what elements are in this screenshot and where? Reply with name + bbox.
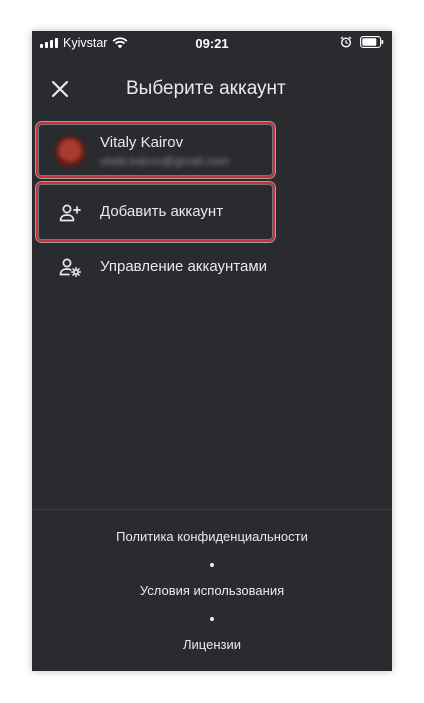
manage-accounts-button[interactable]: Управление аккаунтами bbox=[32, 243, 392, 291]
alarm-icon bbox=[340, 36, 352, 48]
manage-accounts-label: Управление аккаунтами bbox=[100, 258, 268, 275]
manage-accounts-icon bbox=[59, 258, 82, 278]
footer-separator-dot bbox=[210, 563, 214, 567]
add-account-button[interactable]: Добавить аккаунт bbox=[32, 185, 392, 241]
add-person-icon bbox=[59, 204, 81, 222]
page-title: Выберите аккаунт bbox=[126, 78, 286, 99]
status-bar-right bbox=[340, 36, 384, 48]
add-account-label: Добавить аккаунт bbox=[100, 203, 224, 220]
close-icon[interactable] bbox=[48, 77, 72, 101]
terms-of-use-link[interactable]: Условия использования bbox=[32, 583, 392, 598]
privacy-policy-link[interactable]: Политика конфиденциальности bbox=[32, 529, 392, 544]
avatar bbox=[54, 136, 86, 168]
header: Выберите аккаунт bbox=[32, 71, 392, 107]
status-bar: Kyivstar 09:21 bbox=[32, 31, 392, 57]
phone-screen: Kyivstar 09:21 Выберите аккаунт Vitaly K… bbox=[32, 31, 392, 671]
licenses-link[interactable]: Лицензии bbox=[32, 637, 392, 652]
account-item[interactable]: Vitaly Kairov vitalii.kairov@gmail.com bbox=[32, 123, 392, 179]
account-name: Vitaly Kairov bbox=[100, 134, 184, 151]
footer-divider bbox=[32, 509, 392, 510]
battery-icon bbox=[360, 36, 384, 48]
clock: 09:21 bbox=[195, 36, 229, 51]
account-email: vitalii.kairov@gmail.com bbox=[100, 154, 229, 168]
footer-separator-dot bbox=[210, 617, 214, 621]
